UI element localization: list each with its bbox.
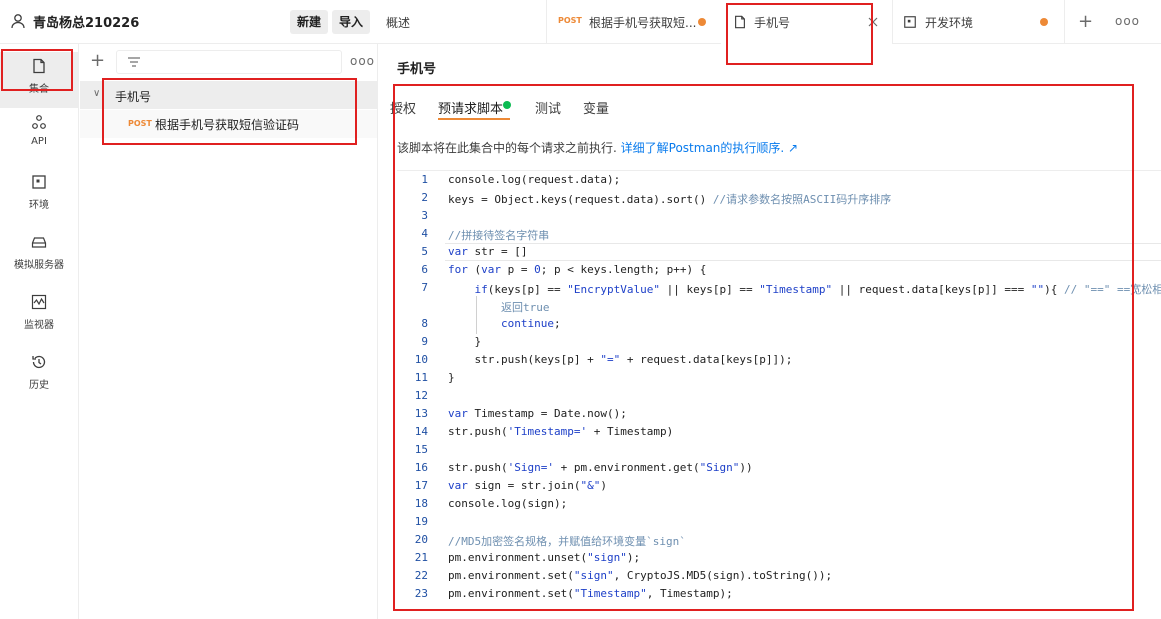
- sidebar-item-label: 监视器: [24, 320, 54, 331]
- new-button[interactable]: 新建: [290, 10, 328, 34]
- environment-icon: [32, 175, 46, 189]
- page-title: 手机号: [397, 62, 437, 77]
- tab-overview[interactable]: 概述: [378, 0, 547, 44]
- filter-icon: [128, 57, 140, 67]
- sidebar-item-label: API: [31, 136, 47, 147]
- sidebar-item-label: 模拟服务器: [14, 260, 64, 271]
- api-icon: [32, 115, 46, 129]
- chevron-down-icon[interactable]: ∨: [93, 88, 100, 99]
- history-icon: [32, 355, 46, 369]
- annotation-box-tab: [726, 3, 873, 65]
- tab-label: 开发环境: [925, 16, 974, 30]
- import-button[interactable]: 导入: [332, 10, 370, 34]
- environment-icon: [904, 16, 916, 28]
- filter-input[interactable]: [116, 50, 342, 74]
- tree-more-icon[interactable]: ooo: [350, 54, 375, 68]
- tab-environment[interactable]: 开发环境: [892, 0, 1065, 44]
- sidebar: 集合 API 环境 模拟服务器 监视器 历史: [0, 44, 79, 619]
- tab-post-request[interactable]: POST 根据手机号获取短...: [546, 0, 722, 44]
- sidebar-item-history[interactable]: 历史: [0, 348, 78, 404]
- user-icon[interactable]: [10, 13, 26, 29]
- sidebar-item-label: 历史: [29, 380, 49, 391]
- sidebar-item-label: 环境: [29, 200, 49, 211]
- workspace-name[interactable]: 青岛杨总210226: [33, 12, 139, 31]
- monitor-icon: [31, 294, 47, 310]
- tab-method-badge: POST: [558, 16, 582, 25]
- tab-more-icon[interactable]: ooo: [1115, 14, 1140, 28]
- add-tab-icon[interactable]: +: [1078, 11, 1093, 32]
- sidebar-item-monitors[interactable]: 监视器: [0, 288, 78, 344]
- annotation-box-collections: [1, 49, 73, 91]
- annotation-box-script: [393, 84, 1134, 611]
- tab-label: 根据手机号获取短...: [589, 16, 697, 30]
- sidebar-item-environments[interactable]: 环境: [0, 168, 78, 224]
- unsaved-dot-icon: [698, 18, 706, 26]
- add-collection-icon[interactable]: +: [90, 52, 108, 70]
- sidebar-item-api[interactable]: API: [0, 108, 78, 164]
- unsaved-dot-icon: [1040, 18, 1048, 26]
- tab-label: 概述: [386, 16, 411, 30]
- annotation-box-tree: [102, 78, 357, 145]
- mock-server-icon: [31, 237, 47, 248]
- sidebar-item-mock-servers[interactable]: 模拟服务器: [0, 228, 78, 284]
